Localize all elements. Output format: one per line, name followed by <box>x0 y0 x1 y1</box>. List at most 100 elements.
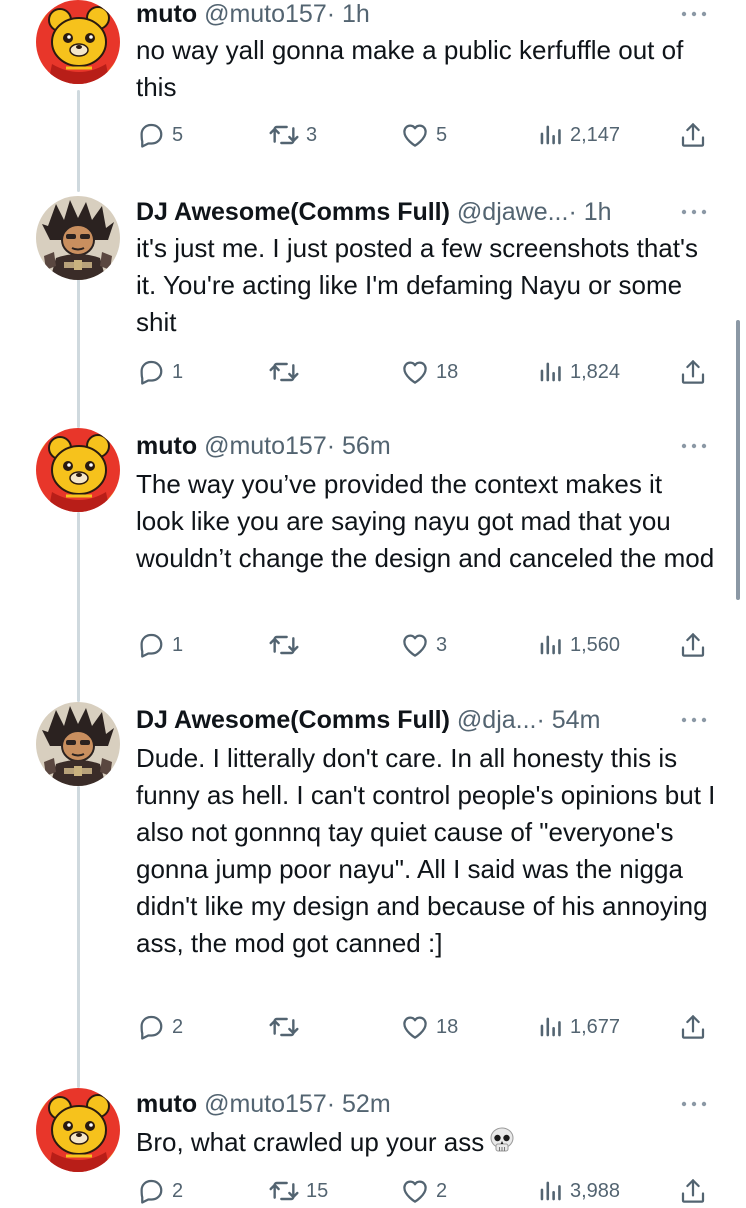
retweet-icon <box>268 1011 300 1043</box>
share-button[interactable] <box>678 118 708 152</box>
tweet[interactable]: muto @muto157· 1h no way yall gonna make… <box>0 0 746 180</box>
more-button[interactable] <box>678 708 710 732</box>
author-handle[interactable]: @djawe... <box>457 198 569 226</box>
share-button[interactable] <box>678 355 708 389</box>
reply-button[interactable]: 2 <box>136 1174 183 1208</box>
more-icon <box>678 206 710 218</box>
reply-button[interactable]: 1 <box>136 628 183 662</box>
scrollbar[interactable] <box>736 320 740 600</box>
retweet-button[interactable] <box>268 1010 306 1044</box>
tweet[interactable]: muto @muto157· 56m The way you’ve provid… <box>0 428 746 684</box>
more-button[interactable] <box>678 434 710 458</box>
reply-button[interactable]: 5 <box>136 118 183 152</box>
avatar-muto[interactable] <box>36 0 120 84</box>
views-button[interactable]: 1,560 <box>536 628 620 662</box>
avatar-dj-awesome[interactable] <box>36 196 120 280</box>
more-icon <box>678 8 710 20</box>
like-count: 18 <box>436 1015 459 1038</box>
tweet-actions: 5 3 5 2,147 <box>0 118 746 152</box>
view-count: 1,560 <box>570 633 621 656</box>
more-icon <box>678 1098 710 1110</box>
like-button[interactable]: 3 <box>400 628 447 662</box>
more-button[interactable] <box>678 2 710 26</box>
avatar-muto[interactable] <box>36 428 120 512</box>
view-count: 3,988 <box>570 1179 621 1202</box>
avatar-muto[interactable] <box>36 1088 120 1172</box>
share-icon <box>678 1176 708 1206</box>
author-name[interactable]: DJ Awesome(Comms Full) <box>136 706 450 734</box>
like-count: 2 <box>436 1179 448 1202</box>
author-handle[interactable]: @dja... <box>457 706 537 734</box>
views-button[interactable]: 1,824 <box>536 355 620 389</box>
like-button[interactable]: 2 <box>400 1174 447 1208</box>
author-handle[interactable]: @muto157 <box>204 1090 327 1118</box>
tweet-time[interactable]: · 52m <box>327 1090 391 1118</box>
dark-character-avatar-icon <box>36 702 120 786</box>
views-icon <box>536 1013 564 1041</box>
reply-button[interactable]: 1 <box>136 355 183 389</box>
yellow-bear-avatar-icon <box>36 1088 120 1172</box>
author-handle[interactable]: @muto157 <box>204 0 327 28</box>
heart-icon <box>400 630 430 660</box>
tweet-time[interactable]: · 56m <box>327 432 391 460</box>
views-icon <box>536 1177 564 1205</box>
reply-count: 5 <box>172 123 184 146</box>
retweet-button[interactable]: 15 <box>268 1174 328 1208</box>
heart-icon <box>400 1012 430 1042</box>
more-button[interactable] <box>678 1092 710 1116</box>
share-icon <box>678 120 708 150</box>
retweet-icon <box>268 119 300 151</box>
reply-count: 2 <box>172 1179 184 1202</box>
like-button[interactable]: 5 <box>400 118 447 152</box>
like-button[interactable]: 18 <box>400 1010 458 1044</box>
tweet-time[interactable]: · 1h <box>568 198 611 226</box>
views-button[interactable]: 2,147 <box>536 118 620 152</box>
author-handle[interactable]: @muto157 <box>204 432 327 460</box>
author-name[interactable]: muto <box>136 0 197 28</box>
tweet-header: muto @muto157· 56m <box>136 430 676 462</box>
retweet-button[interactable]: 3 <box>268 118 317 152</box>
tweet-time[interactable]: · 54m <box>536 706 600 734</box>
retweet-button[interactable] <box>268 628 306 662</box>
author-name[interactable]: muto <box>136 1090 197 1118</box>
tweet-header: muto @muto157· 1h <box>136 0 676 30</box>
more-icon <box>678 440 710 452</box>
tweet[interactable]: muto @muto157· 52m Bro, what crawled up … <box>0 1086 746 1200</box>
tweet-text: The way you’ve provided the context make… <box>136 469 715 573</box>
tweet-actions: 2 18 1,677 <box>0 1010 746 1044</box>
retweet-count: 15 <box>306 1179 329 1202</box>
heart-icon <box>400 1176 430 1206</box>
author-name[interactable]: DJ Awesome(Comms Full) <box>136 198 450 226</box>
tweet-header: DJ Awesome(Comms Full) @dja...· 54m <box>136 704 676 736</box>
share-icon <box>678 1012 708 1042</box>
reply-count: 1 <box>172 360 184 383</box>
reply-button[interactable]: 2 <box>136 1010 183 1044</box>
retweet-count: 3 <box>306 123 318 146</box>
author-name[interactable]: muto <box>136 432 197 460</box>
retweet-button[interactable] <box>268 355 306 389</box>
views-button[interactable]: 1,677 <box>536 1010 620 1044</box>
tweet-header: DJ Awesome(Comms Full) @djawe...· 1h <box>136 196 676 228</box>
tweet[interactable]: DJ Awesome(Comms Full) @dja...· 54m Dude… <box>0 702 746 1072</box>
tweet[interactable]: DJ Awesome(Comms Full) @djawe...· 1h it'… <box>0 190 746 410</box>
avatar-dj-awesome[interactable] <box>36 702 120 786</box>
tweet-time[interactable]: · 1h <box>327 0 370 28</box>
share-button[interactable] <box>678 628 708 662</box>
share-button[interactable] <box>678 1010 708 1044</box>
tweet-text: Bro, what crawled up your ass <box>136 1127 485 1157</box>
reply-icon <box>136 120 166 150</box>
retweet-icon <box>268 356 300 388</box>
reply-icon <box>136 630 166 660</box>
more-button[interactable] <box>678 200 710 224</box>
views-icon <box>536 631 564 659</box>
tweet-actions: 2 15 2 3,988 <box>0 1174 746 1208</box>
like-button[interactable]: 18 <box>400 355 458 389</box>
views-icon <box>536 121 564 149</box>
tweet-thread: muto @muto157· 1h no way yall gonna make… <box>0 0 746 1200</box>
share-button[interactable] <box>678 1174 708 1208</box>
views-button[interactable]: 3,988 <box>536 1174 620 1208</box>
like-count: 18 <box>436 360 459 383</box>
share-icon <box>678 630 708 660</box>
reply-icon <box>136 357 166 387</box>
retweet-icon <box>268 629 300 661</box>
